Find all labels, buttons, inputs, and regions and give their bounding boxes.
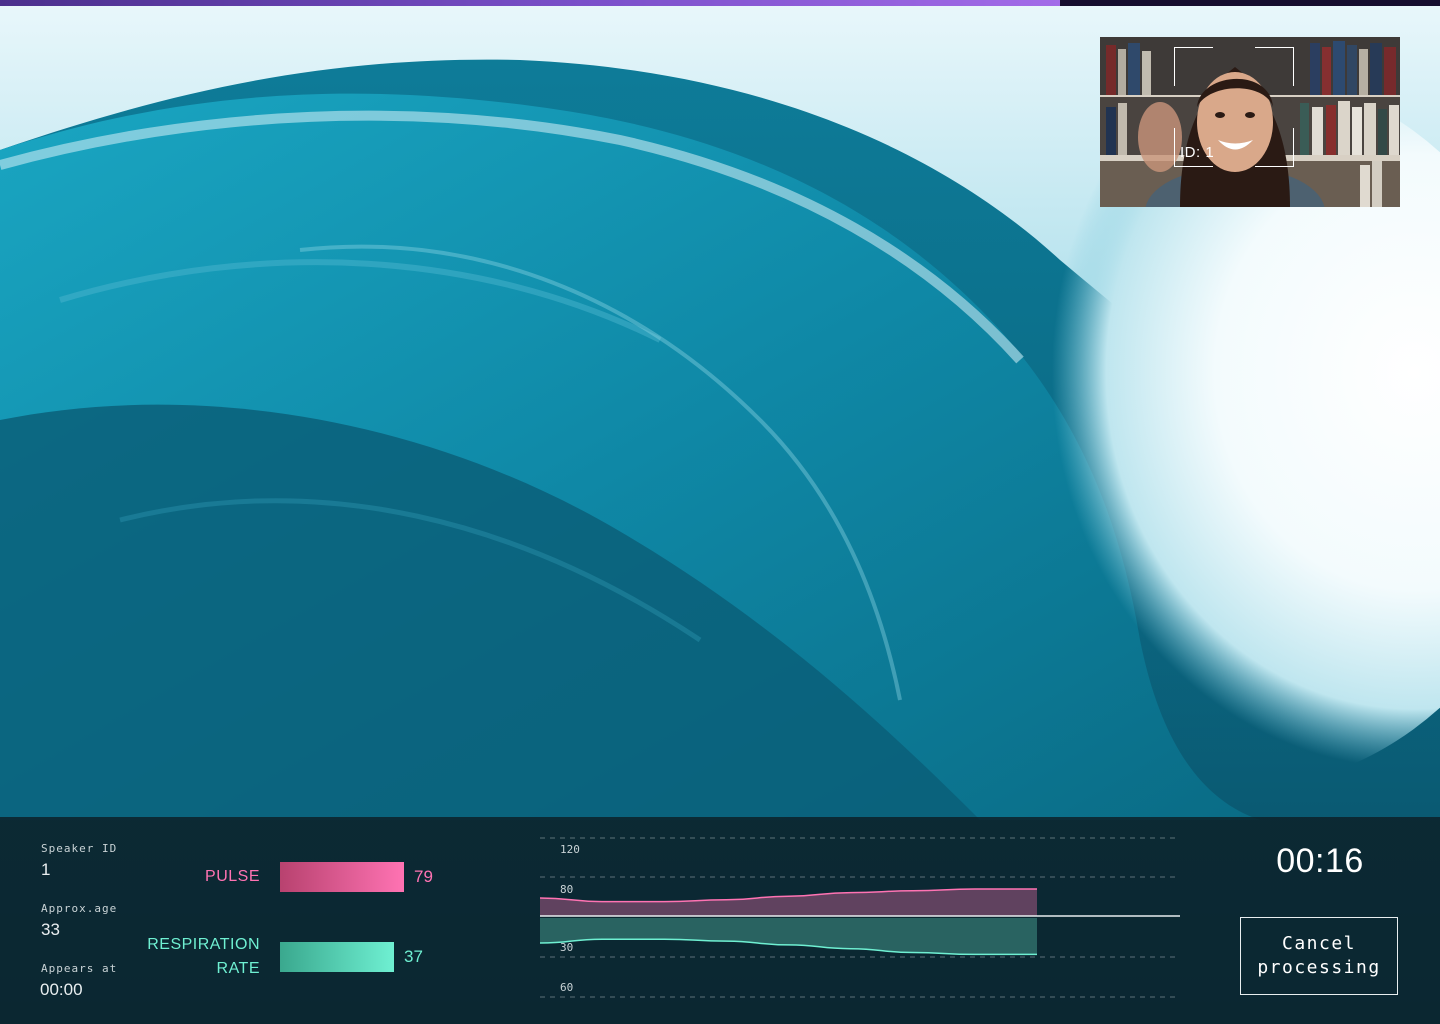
face-box-corner-tr: [1255, 47, 1294, 86]
respiration-bar: [280, 942, 395, 972]
pulse-label: PULSE: [205, 868, 260, 885]
appears-at-label: Appears at: [41, 962, 118, 975]
appears-at-value: 00:00: [40, 980, 83, 999]
face-detection-box: ID: 1: [1174, 47, 1294, 167]
cancel-processing-button[interactable]: Cancel processing: [1240, 917, 1398, 995]
speaker-id-label: Speaker ID: [41, 842, 118, 855]
approx-age-value: 33: [41, 920, 60, 939]
face-box-corner-br: [1255, 128, 1294, 167]
elapsed-timer: 00:16: [1276, 842, 1364, 880]
webcam-preview: ID: 1: [1100, 37, 1400, 207]
respiration-label-line2: RATE: [216, 960, 260, 977]
chart-tick-label: 30: [560, 941, 573, 954]
chart-tick-label: 80: [560, 883, 573, 896]
respiration-label: RESPIRATION RATE: [140, 933, 260, 981]
face-id-label: ID: 1: [1180, 144, 1215, 161]
pulse-bar: [280, 862, 405, 892]
chart-tick-label: 60: [560, 981, 573, 994]
respiration-area: [540, 918, 1037, 955]
chart-tick-label: 120: [560, 843, 580, 856]
pulse-area: [540, 889, 1037, 916]
processing-progress-bar: [0, 0, 1440, 6]
respiration-value: 37: [404, 947, 423, 966]
respiration-label-line1: RESPIRATION: [147, 936, 260, 953]
processing-progress-fill: [0, 0, 1060, 6]
pulse-value: 79: [414, 867, 433, 886]
speaker-id-value: 1: [41, 860, 51, 879]
approx-age-label: Approx.age: [41, 902, 118, 915]
face-box-corner-tl: [1174, 47, 1213, 86]
vitals-chart: 120 80 30 60: [539, 837, 1180, 998]
